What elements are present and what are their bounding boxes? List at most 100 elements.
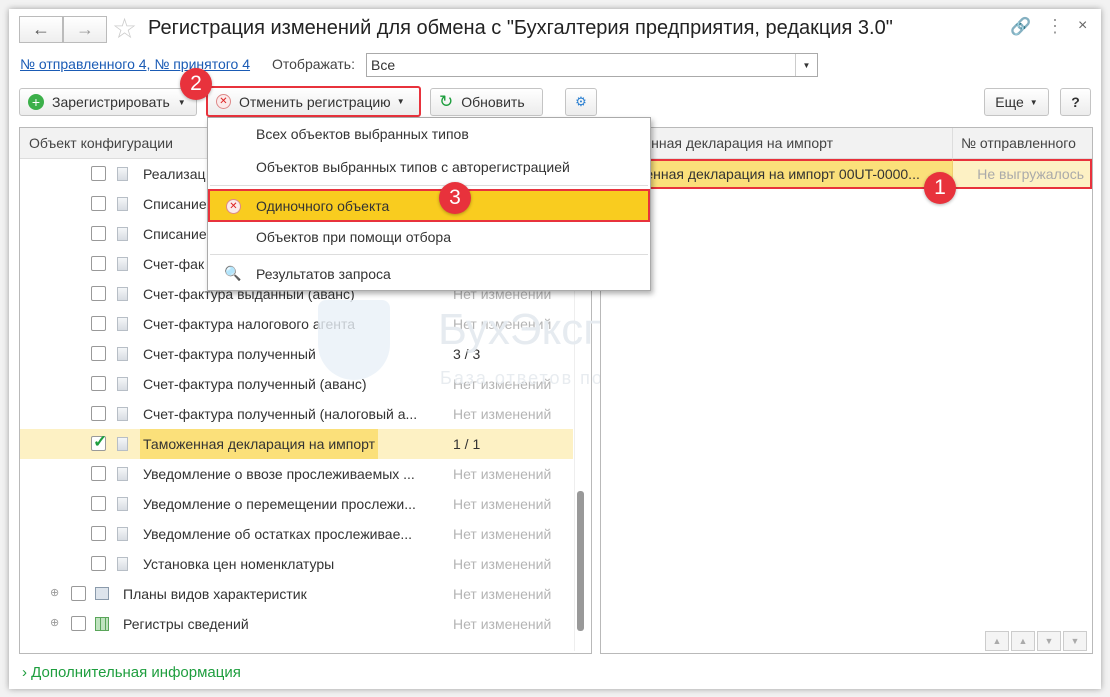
row-checkbox[interactable] — [91, 226, 106, 241]
tree-row[interactable]: Уведомление о ввозе прослеживаемых ... Не… — [20, 459, 573, 489]
close-icon[interactable]: × — [1078, 17, 1087, 35]
tree-row[interactable]: Установка цен номенклатуры Нет изменений — [20, 549, 573, 579]
expand-icon[interactable]: ⊕ — [50, 616, 59, 629]
document-icon — [117, 497, 128, 511]
table-row[interactable]: Таможенная декларация на импорт 00UT-000… — [601, 159, 1092, 189]
display-label: Отображать: — [272, 56, 355, 72]
chevron-down-icon[interactable]: ▼ — [795, 54, 817, 76]
back-button[interactable]: ← — [19, 16, 63, 43]
watermark-shield-logo — [318, 300, 390, 380]
row-name: Списание — [143, 196, 207, 212]
row-checkbox[interactable] — [91, 466, 106, 481]
scrollbar-thumb[interactable] — [577, 491, 584, 631]
annotation-badge-1: 1 — [924, 172, 956, 204]
menu-item-all-selected[interactable]: Всех объектов выбранных типов — [208, 118, 650, 150]
register-button[interactable]: + Зарегистрировать ▼ — [19, 88, 197, 116]
row-status: Нет изменений — [453, 616, 552, 632]
tree-row[interactable]: Уведомление об остатках прослеживае... Не… — [20, 519, 573, 549]
tree-row[interactable]: ⊕ Регистры сведений Нет изменений — [20, 609, 573, 639]
row-checkbox[interactable] — [91, 376, 106, 391]
tree-row[interactable]: Уведомление о перемещении прослежи... Нет… — [20, 489, 573, 519]
tree-row[interactable]: ✓ Таможенная декларация на импорт 1 / 1 — [20, 429, 573, 459]
sent-received-link[interactable]: № отправленного 4, № принятого 4 — [20, 56, 250, 72]
document-icon — [117, 347, 128, 361]
link-icon[interactable]: 🔗 — [1010, 17, 1031, 37]
row-checkbox[interactable] — [71, 616, 86, 631]
query-icon: 🔍 — [224, 265, 242, 281]
help-button[interactable]: ? — [1060, 88, 1091, 116]
annotation-badge-2: 2 — [180, 68, 212, 100]
cancel-label: Отменить регистрацию — [239, 93, 391, 110]
more-info-toggle[interactable]: › Дополнительная информация — [22, 664, 241, 681]
plus-icon: + — [28, 94, 44, 110]
row-name: Счет-фактура полученный (аванс) — [143, 376, 367, 392]
row-name: Регистры сведений — [123, 616, 249, 632]
last-icon[interactable]: ▼ — [1063, 631, 1087, 651]
exchange-icon: ⚙ — [575, 94, 587, 109]
row-checkbox[interactable] — [91, 346, 106, 361]
more-button[interactable]: Еще ▼ — [984, 88, 1049, 116]
more-icon[interactable]: ⋮ — [1046, 16, 1064, 37]
row-checkbox[interactable] — [91, 286, 106, 301]
row-checkbox[interactable] — [91, 496, 106, 511]
up-icon[interactable]: ▲ — [1011, 631, 1035, 651]
row-status: 1 / 1 — [453, 436, 481, 452]
exchange-settings-button[interactable]: ⚙ — [565, 88, 597, 116]
row-checkbox[interactable] — [91, 556, 106, 571]
row-name: Счет-фактура полученный (налоговый а... — [143, 406, 418, 422]
tree-row[interactable]: ⊕ Планы видов характеристик Нет изменений — [20, 579, 573, 609]
register-icon — [95, 617, 109, 631]
chevron-right-icon: › — [22, 664, 27, 681]
document-icon — [117, 407, 128, 421]
refresh-button[interactable]: ↻ Обновить — [430, 88, 543, 116]
row-checkbox[interactable] — [91, 196, 106, 211]
row-status: Нет изменений — [453, 556, 552, 572]
row-checkbox[interactable] — [91, 316, 106, 331]
row-name: Уведомление об остатках прослеживае... — [143, 526, 413, 542]
row-checkbox[interactable] — [91, 256, 106, 271]
row-name: Реализац — [143, 166, 206, 182]
display-select[interactable]: Все ▼ — [366, 53, 818, 77]
display-value: Все — [371, 57, 396, 73]
star-icon[interactable]: ☆ — [112, 12, 137, 45]
annotation-badge-3: 3 — [439, 182, 471, 214]
register-label: Зарегистрировать — [52, 94, 170, 110]
tree-row[interactable]: Счет-фактура полученный (налоговый а... Н… — [20, 399, 573, 429]
document-icon — [117, 287, 128, 301]
row-name: Уведомление о ввозе прослеживаемых ... — [143, 466, 415, 482]
document-icon — [117, 527, 128, 541]
row-checkbox[interactable] — [91, 526, 106, 541]
row-checkbox[interactable] — [91, 166, 106, 181]
menu-item-autoregistration[interactable]: Объектов выбранных типов с авторегистрац… — [208, 151, 650, 183]
menu-item-single-object[interactable]: ✕ Одиночного объекта — [208, 189, 650, 222]
menu-item-filter[interactable]: Объектов при помощи отбора — [208, 221, 650, 253]
row-status: Нет изменений — [453, 466, 552, 482]
down-icon[interactable]: ▼ — [1037, 631, 1061, 651]
cancel-registration-menu: Всех объектов выбранных типов Объектов в… — [207, 117, 651, 291]
arrow-left-icon: ← — [32, 19, 50, 39]
forward-button[interactable]: → — [63, 16, 107, 43]
objects-table: Таможенная декларация на импорт № отправ… — [600, 127, 1093, 654]
row-name: Счет-фактура полученный — [143, 346, 316, 362]
row-checkbox[interactable] — [91, 406, 106, 421]
row-checkbox[interactable]: ✓ — [91, 432, 107, 451]
arrow-right-icon: → — [76, 19, 94, 39]
row-status: Нет изменений — [453, 526, 552, 542]
document-icon — [117, 257, 128, 271]
column-header-object[interactable]: Таможенная декларация на импорт — [601, 135, 953, 151]
row-checkbox[interactable] — [71, 586, 86, 601]
document-icon — [117, 437, 128, 451]
row-sent: Не выгружалось — [952, 159, 1092, 189]
first-icon[interactable]: ▲ — [985, 631, 1009, 651]
document-icon — [117, 377, 128, 391]
menu-item-query-results[interactable]: 🔍 Результатов запроса — [208, 258, 650, 290]
column-header-sent[interactable]: № отправленного — [961, 135, 1076, 151]
document-icon — [117, 167, 128, 181]
document-icon — [117, 227, 128, 241]
row-name: Счет-фак — [143, 256, 205, 272]
column-header-object[interactable]: Объект конфигурации — [29, 135, 173, 151]
expand-icon[interactable]: ⊕ — [50, 586, 59, 599]
refresh-label: Обновить — [461, 94, 525, 110]
cancel-icon: ✕ — [226, 199, 241, 214]
cancel-registration-button[interactable]: ✕ Отменить регистрацию ▼ — [206, 86, 421, 117]
